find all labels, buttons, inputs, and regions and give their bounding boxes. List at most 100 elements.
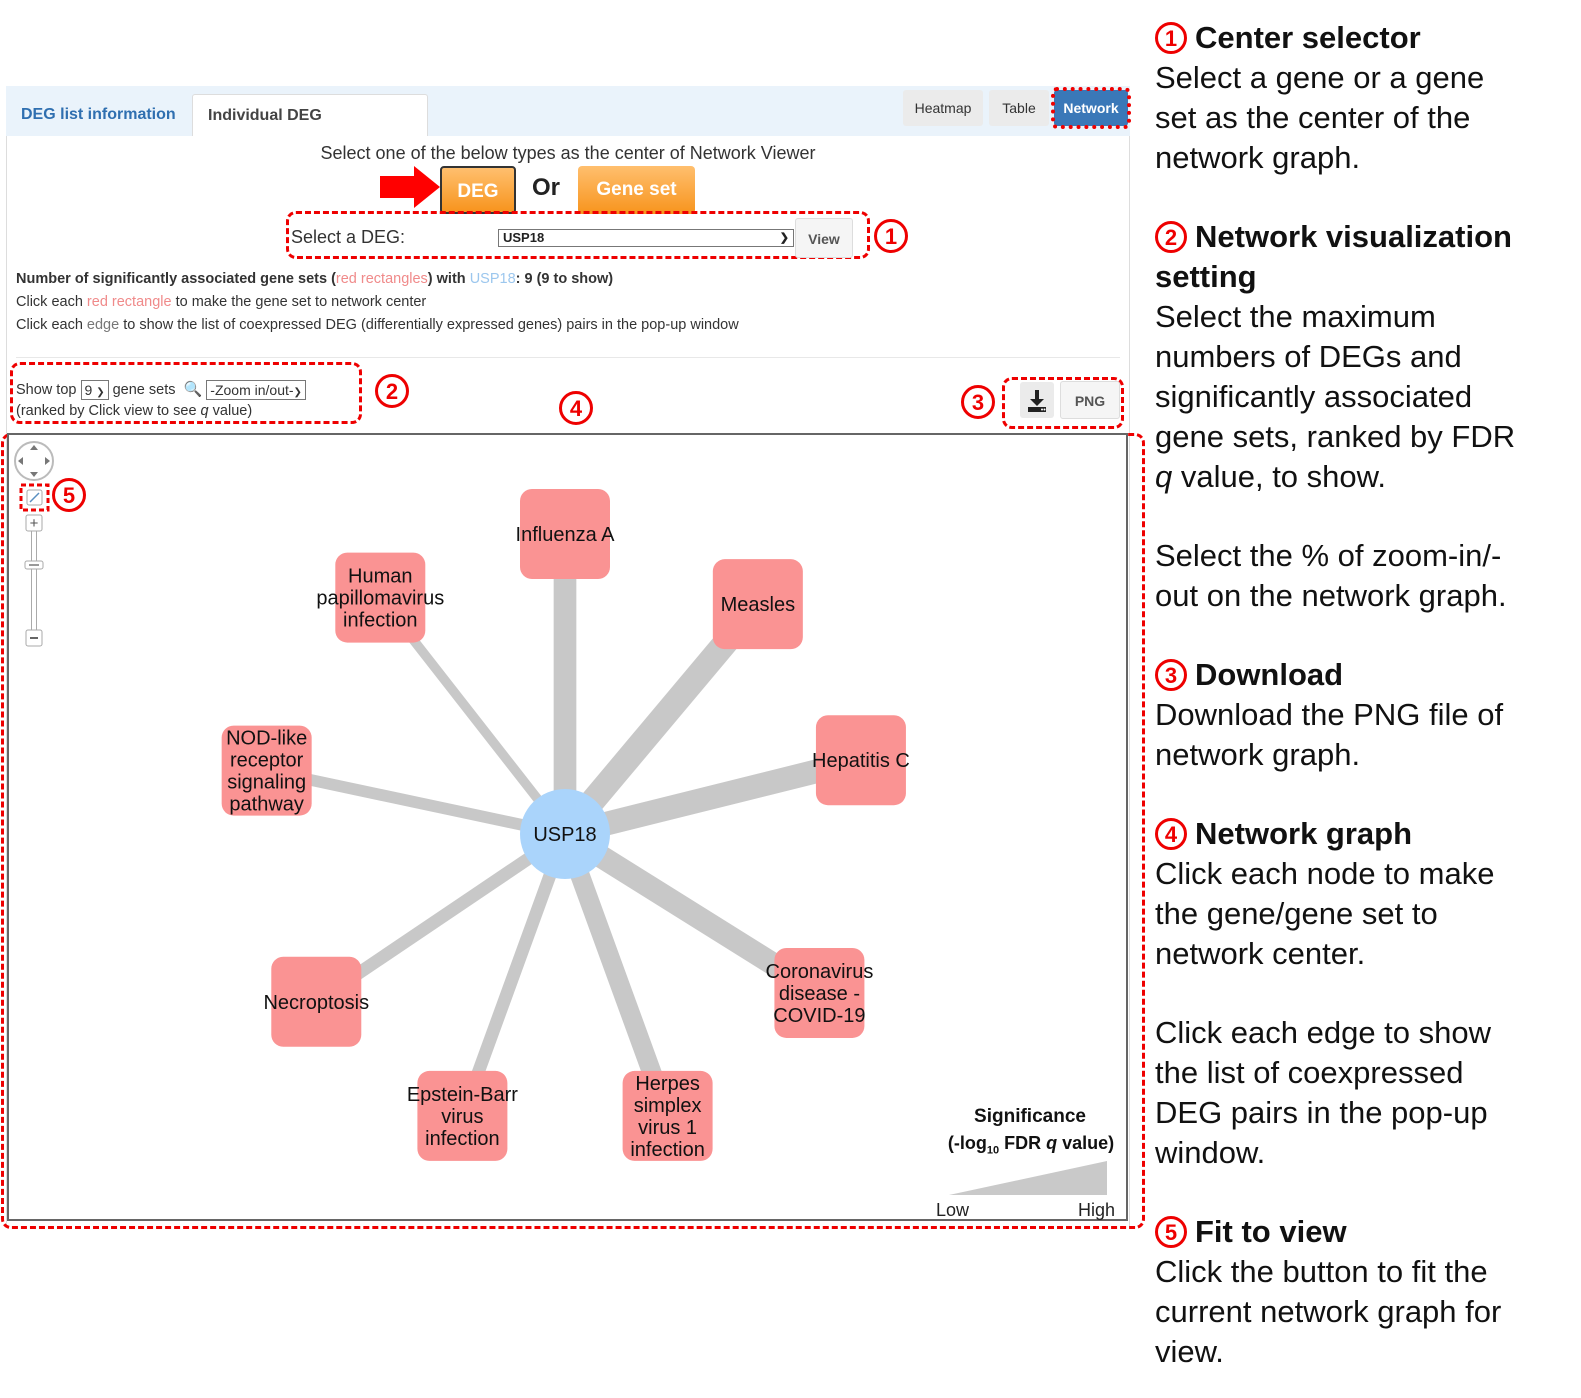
annotation-heading: 5 Fit to view (1155, 1212, 1575, 1252)
annotation-text: the list of coexpressed (1155, 1055, 1464, 1090)
annotation-marker-4: 4 (559, 391, 593, 425)
info-text: ) with (427, 271, 470, 287)
annotation-text: the gene/gene set to (1155, 896, 1438, 931)
edge-text: edge (86, 317, 120, 333)
annotation-text: Select the maximum (1155, 299, 1436, 334)
gene-set-node-label: Measles (721, 594, 795, 616)
divider (16, 357, 1120, 358)
annotation-number-marker: 5 (1155, 1216, 1187, 1248)
annotation-text: network center. (1155, 936, 1366, 971)
annotation-marker-5: 5 (52, 478, 86, 512)
network-graph[interactable]: Influenza A Measles Hepatitis C Coronavirus… (7, 433, 1128, 1221)
ranked-text: value) (208, 403, 253, 419)
pan-control[interactable] (14, 441, 54, 481)
show-top-value: 9 (84, 382, 93, 399)
gene-set-node[interactable]: Coronavirus disease -COVID-19 (766, 947, 874, 1038)
gene-set-node[interactable]: Epstein-Barr virus infection (407, 1070, 518, 1161)
annotation-number-marker: 3 (1155, 659, 1187, 691)
gene-set-node[interactable]: Necroptosis (263, 956, 369, 1047)
annotation-text: significantly associated (1155, 379, 1473, 414)
deg-select-value: USP18 (503, 230, 545, 245)
ranked-text: (ranked by Click view to see (16, 403, 201, 419)
annotation-text: Download the PNG file of (1155, 697, 1504, 732)
annotation-panel: 1 Center selector Select a gene or a gene s… (1155, 18, 1575, 1372)
select-deg-label: Select a DEG: (291, 227, 406, 247)
gene-set-node-label: Hepatitis C (812, 750, 910, 772)
annotation-text: network graph. (1155, 737, 1361, 772)
gene-set-node[interactable]: NOD-like receptor signaling pathway (221, 725, 312, 816)
click-rectangle-hint: Click each red rectangle to make the gen… (16, 294, 426, 310)
gene-set-node[interactable]: Herpes simplex virus 1 infection (622, 1070, 713, 1161)
network-graph-svg: Influenza A Measles Hepatitis C Coronavirus… (14, 441, 1107, 1195)
chevron-down-icon: ❯ (96, 387, 105, 399)
tab-deg-list-information[interactable]: DEG list information (6, 94, 191, 136)
gene-set-node[interactable]: Human papillomavirus infection (316, 552, 444, 643)
annotation-text: set as the center of the (1155, 100, 1471, 135)
deg-center-button[interactable]: DEG (440, 166, 516, 214)
center-gene-text: USP18 (469, 271, 516, 287)
click-edge-hint: Click each edge to show the list of coex… (16, 317, 739, 333)
info-text: to show the list of coexpressed DEG (dif… (119, 317, 739, 333)
red-rectangle-text: red rectangle (86, 294, 172, 310)
gene-set-node-label: NOD-like receptor signaling pathway (226, 728, 307, 816)
legend-low-label: Low (936, 1200, 970, 1220)
deg-select[interactable]: USP18 ❯ (498, 229, 794, 247)
annotation-text: out on the network graph. (1155, 578, 1507, 613)
network-button[interactable]: Network (1051, 87, 1131, 129)
associated-gene-sets-info: Number of significantly associated gene … (16, 271, 613, 287)
show-top-label: Show top (16, 382, 77, 398)
gene-set-node[interactable]: Hepatitis C (812, 715, 910, 806)
chevron-down-icon: ❯ (293, 387, 302, 399)
annotation-marker-2: 2 (375, 374, 409, 408)
annotation-text: Click each edge to show (1155, 1015, 1492, 1050)
legend-high-label: High (1078, 1200, 1116, 1220)
annotation-text: Click each node to make (1155, 856, 1495, 891)
gene-set-node-label: Influenza A (516, 524, 616, 546)
chevron-down-icon: ❯ (779, 232, 789, 244)
gene-set-node[interactable]: Measles (712, 559, 803, 650)
center-selector-prompt: Select one of the below types as the cen… (320, 143, 816, 163)
gene-set-node-label: Herpes simplex virus 1 infection (630, 1073, 705, 1161)
red-arrow-icon (380, 166, 440, 208)
zoom-select[interactable]: -Zoom in/out-❯ (206, 380, 306, 401)
annotation-title: Fit to view (1195, 1214, 1347, 1249)
gene-set-node-label: Necroptosis (263, 992, 369, 1014)
gene-sets-label: gene sets (112, 382, 176, 398)
annotation-heading: 1 Center selector (1155, 18, 1575, 58)
annotation-text: q value, to show. (1155, 459, 1386, 494)
tab-bar: DEG list information Individual DEG info… (6, 86, 1131, 166)
annotation-number-marker: 1 (1155, 22, 1187, 54)
info-text: Click each (16, 294, 87, 310)
zoom-select-value: -Zoom in/out- (210, 382, 294, 399)
show-top-select[interactable]: 9 ❯ (80, 380, 109, 401)
annotation-text: Click the button to fit the (1155, 1254, 1488, 1289)
tab-individual-deg-information[interactable]: Individual DEG information (192, 94, 428, 166)
gene-set-node[interactable]: Influenza A (516, 489, 616, 579)
legend-subtitle-text: (-log (947, 1133, 987, 1153)
view-button[interactable]: View (795, 218, 853, 258)
legend-title: Significance (974, 1106, 1086, 1127)
annotation-text: Select the % of zoom-in/- (1155, 538, 1502, 573)
fit-to-view-button[interactable] (26, 489, 43, 506)
legend-subtitle-text: value) (1057, 1133, 1115, 1153)
zoom-slider[interactable]: + (24, 514, 44, 647)
annotation-text: DEG pairs in the pop-up (1155, 1095, 1488, 1130)
annotation-text: numbers of DEGs and (1155, 339, 1462, 374)
info-count-text: : 9 (9 to show) (515, 271, 614, 287)
center-gene-node[interactable]: USP18 (520, 789, 610, 879)
gene-set-node-label: Coronavirus disease -COVID-19 (766, 961, 874, 1027)
q-symbol: q (200, 403, 209, 419)
gene-set-center-button[interactable]: Gene set (578, 166, 695, 214)
download-button[interactable] (1020, 382, 1054, 418)
heatmap-button[interactable]: Heatmap (903, 90, 983, 126)
table-button[interactable]: Table (989, 90, 1049, 126)
download-icon (1028, 390, 1046, 412)
annotation-heading: 3 Download (1155, 655, 1575, 695)
significance-legend-wedge (949, 1161, 1107, 1195)
png-button[interactable]: PNG (1060, 381, 1120, 419)
network-settings: Show top 9 ❯ gene sets 🔍 -Zoom in/out-❯ (16, 380, 306, 401)
annotation-title: Network graph (1195, 816, 1413, 851)
